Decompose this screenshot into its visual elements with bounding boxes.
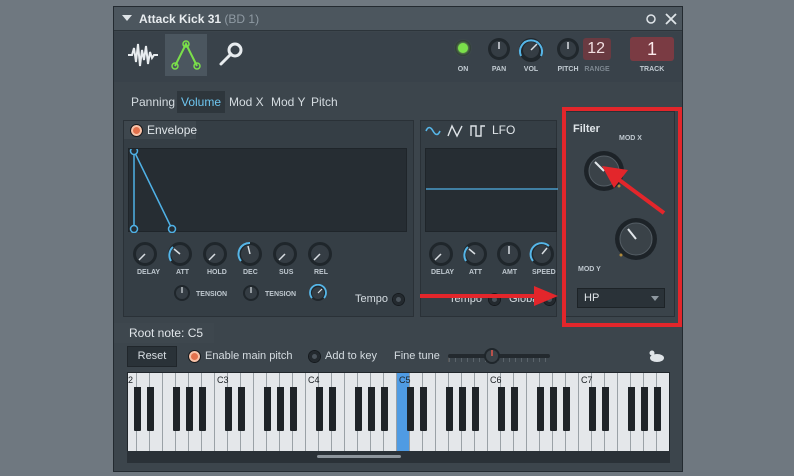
arrow-to-filter-type-icon [534, 286, 558, 306]
annotation-arrows [420, 166, 666, 306]
